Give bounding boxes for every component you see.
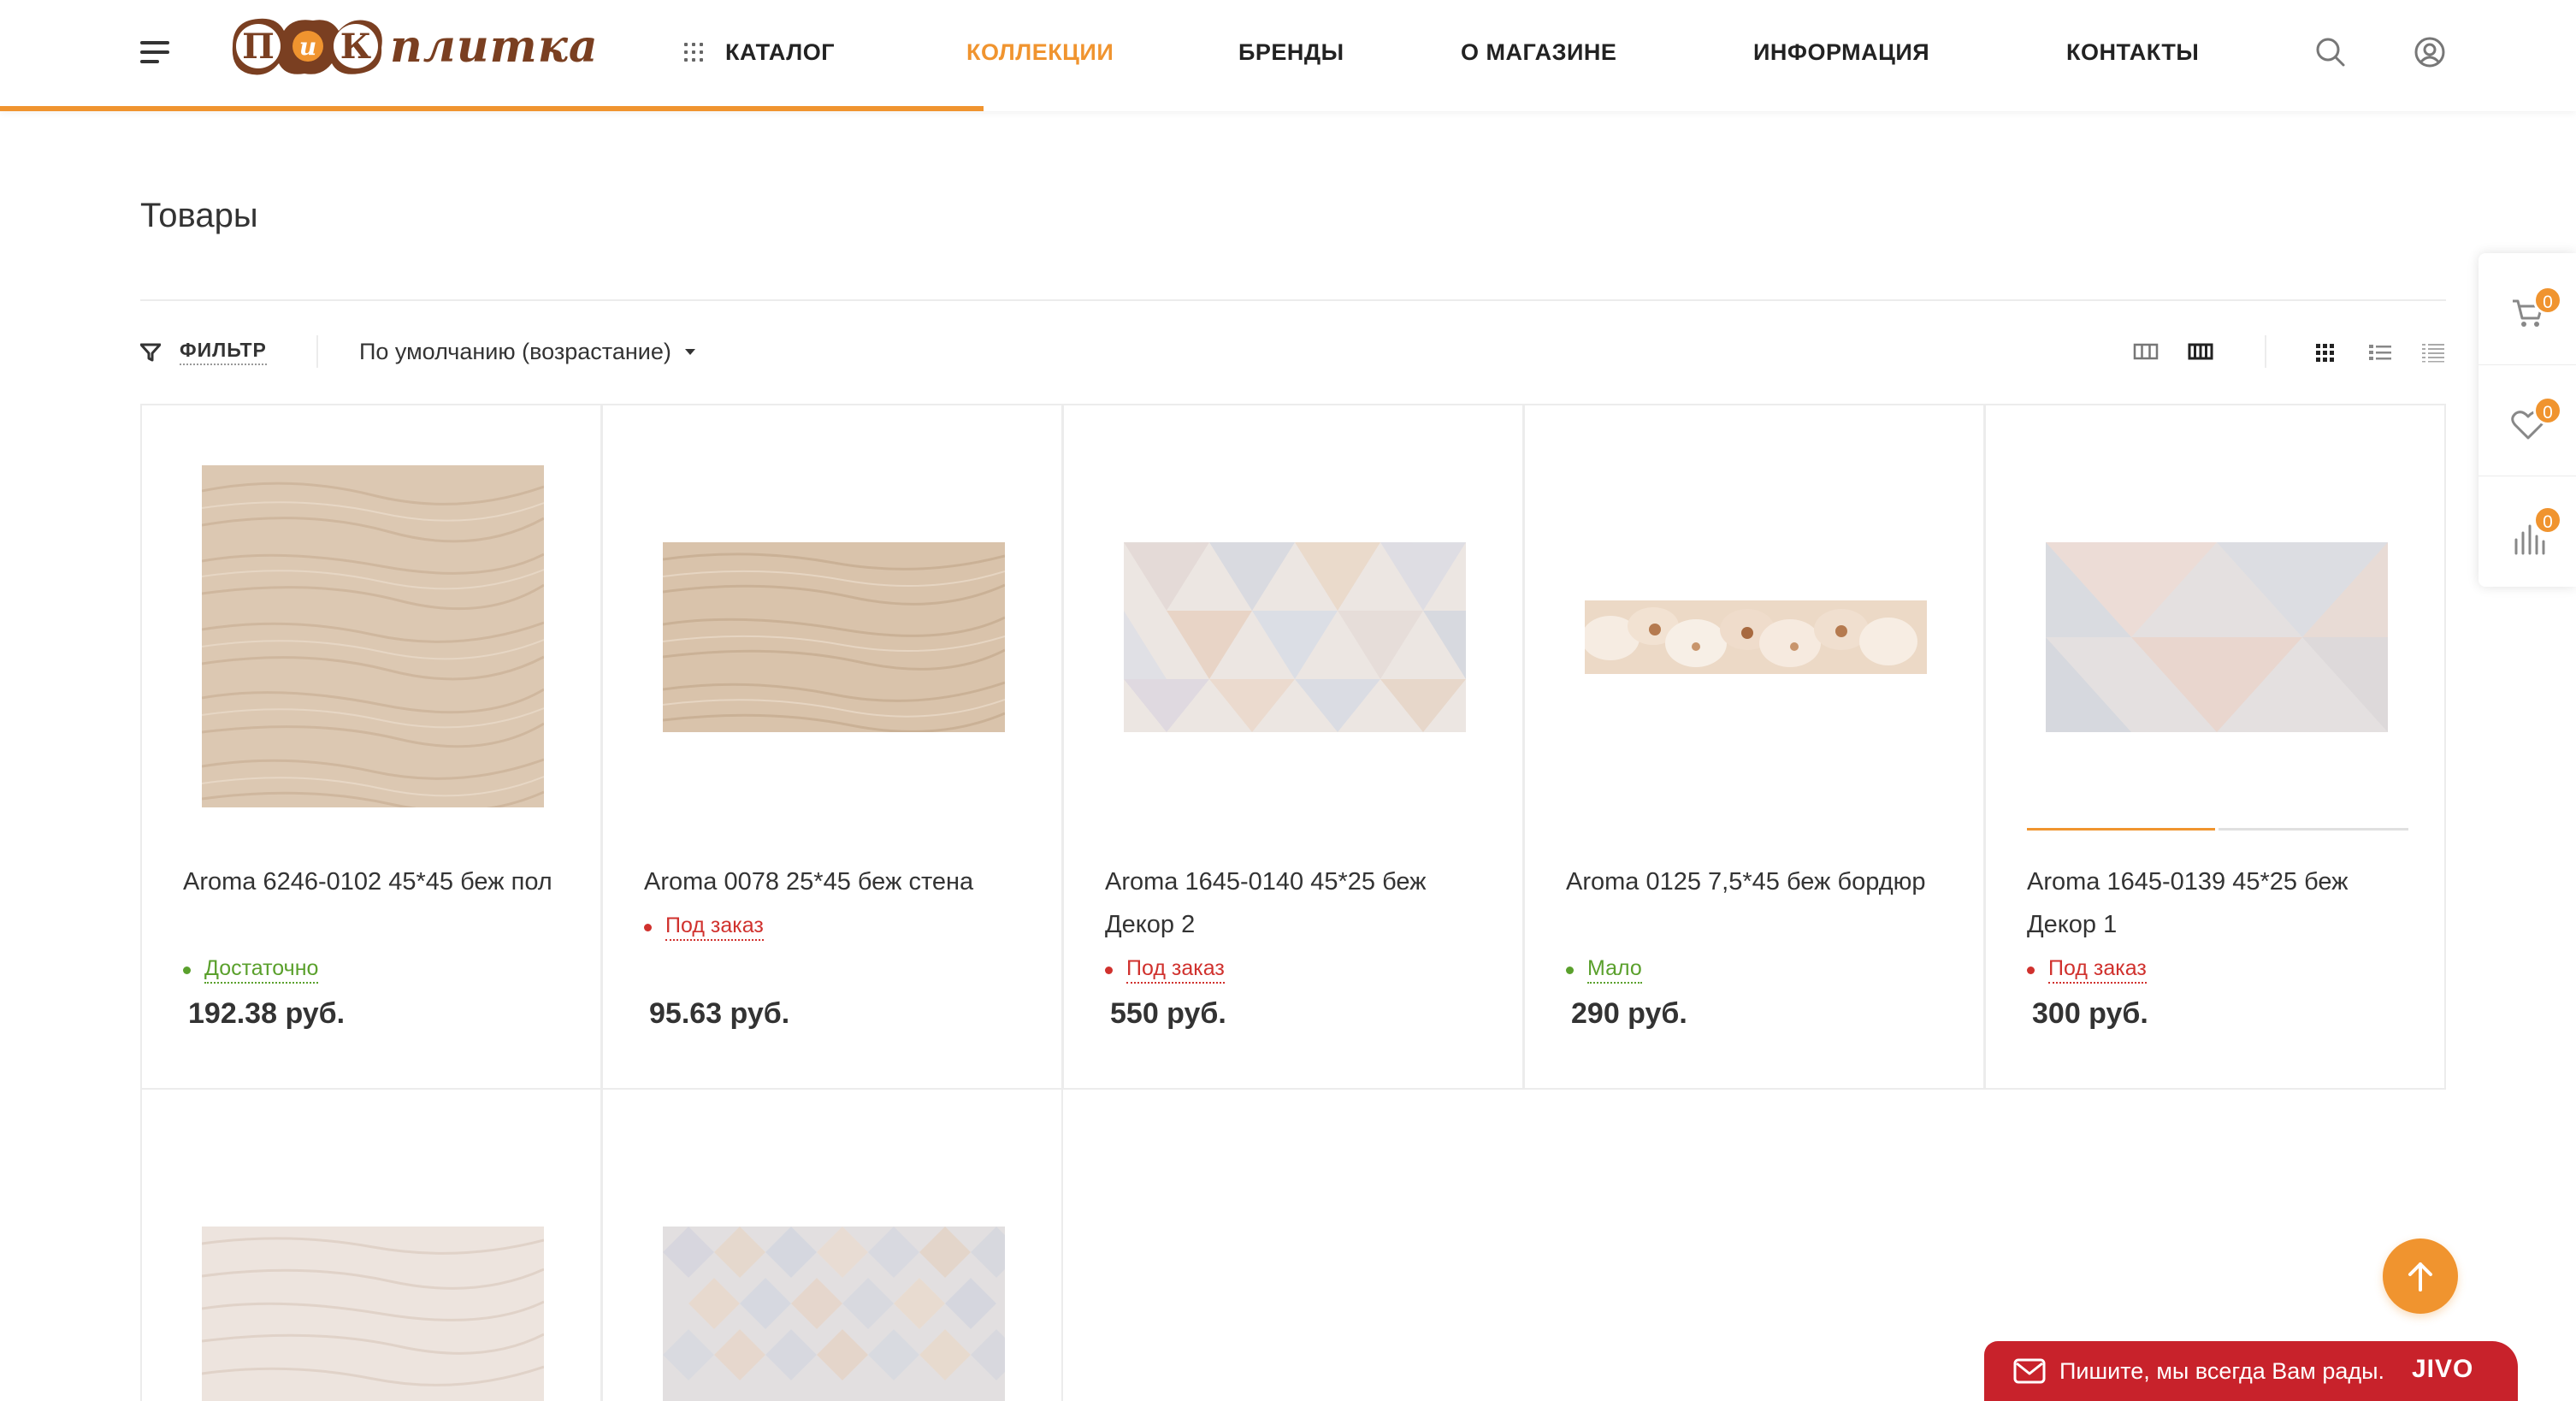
stock-status-text: Под заказ	[2048, 956, 2147, 984]
product-price: 290 руб.	[1571, 997, 1687, 1030]
nav-contacts[interactable]: КОНТАКТЫ	[2066, 39, 2199, 66]
nav-brands[interactable]: БРЕНДЫ	[1238, 39, 1344, 66]
product-image[interactable]	[1124, 542, 1466, 732]
divider	[316, 335, 318, 368]
product-name[interactable]: Aroma 1645-0139 45*25 беж Декор 1	[2027, 860, 2412, 946]
search-icon[interactable]	[2314, 36, 2347, 68]
filter-icon	[140, 343, 161, 361]
product-card[interactable]: Aroma 0078 25*45 беж стена Под заказ 95.…	[601, 404, 1063, 1090]
jivo-logo: JIVO	[2412, 1355, 2474, 1383]
product-name[interactable]: Aroma 0078 25*45 беж стена	[644, 860, 1029, 903]
product-card[interactable]: Aroma 1645-0139 45*25 беж Декор 1 Под за…	[1984, 404, 2446, 1090]
scroll-to-top-button[interactable]	[2383, 1238, 2458, 1314]
image-slider-indicator[interactable]	[2219, 828, 2408, 831]
stock-status-text: Мало	[1587, 956, 1642, 984]
cart-button[interactable]: 0	[2479, 253, 2576, 364]
user-icon[interactable]	[2414, 36, 2446, 68]
filter-label: ФИЛЬТР	[180, 339, 267, 365]
svg-text:К: К	[340, 27, 371, 67]
divider	[2265, 335, 2266, 368]
catalog-grid-icon[interactable]	[684, 43, 703, 62]
svg-text:П: П	[242, 27, 275, 67]
view-grid-icon[interactable]	[2313, 340, 2338, 363]
mail-icon	[2013, 1358, 2046, 1384]
logo-mark: П и К	[224, 14, 387, 79]
arrow-up-icon	[2408, 1262, 2432, 1292]
status-dot	[644, 923, 652, 931]
product-price: 95.63 руб.	[649, 997, 790, 1030]
chevron-down-icon	[684, 349, 695, 355]
stock-status-text: Под заказ	[1126, 956, 1225, 984]
status-dot	[1566, 966, 1574, 974]
favorites-button[interactable]: 0	[2479, 364, 2576, 476]
favorites-count-badge: 0	[2533, 396, 2562, 425]
filter-button[interactable]: ФИЛЬТР	[140, 339, 267, 365]
page-title: Товары	[140, 197, 258, 234]
scroll-progress-bar	[0, 106, 984, 111]
stock-status: Под заказ	[1105, 956, 1225, 984]
nav-collections[interactable]: КОЛЛЕКЦИИ	[966, 39, 1114, 66]
product-image[interactable]	[2046, 542, 2388, 732]
product-image[interactable]	[663, 1227, 1005, 1401]
view-table-icon[interactable]	[2420, 340, 2446, 363]
product-price: 550 руб.	[1110, 997, 1226, 1030]
sort-value: По умолчанию (возрастание)	[359, 339, 671, 364]
sort-select[interactable]: По умолчанию (возрастание)	[359, 339, 695, 365]
cart-count-badge: 0	[2533, 286, 2562, 315]
product-image[interactable]	[202, 465, 544, 807]
status-dot	[2027, 966, 2035, 974]
product-name[interactable]: Aroma 1645-0140 45*25 беж Декор 2	[1105, 860, 1490, 946]
status-dot	[1105, 966, 1113, 974]
nav-information[interactable]: ИНФОРМАЦИЯ	[1753, 39, 1929, 66]
stock-status: Достаточно	[183, 956, 319, 984]
site-header: П и К плитка КАТАЛОГ КОЛЛЕКЦИИ БРЕНДЫ О …	[0, 0, 2576, 111]
stock-status: Под заказ	[644, 913, 764, 941]
view-columns-wide-icon[interactable]	[2188, 340, 2213, 363]
product-card[interactable]: Aroma 1645-0140 45*25 беж Декор 2 Под за…	[1062, 404, 1524, 1090]
compare-button[interactable]: 0	[2479, 476, 2576, 587]
chat-widget-text: Пишите, мы всегда Вам рады.	[2059, 1358, 2385, 1384]
stock-status-text: Достаточно	[204, 956, 319, 984]
product-price: 300 руб.	[2032, 997, 2148, 1030]
chat-widget[interactable]: Пишите, мы всегда Вам рады. JIVO	[1984, 1341, 2518, 1401]
product-name[interactable]: Aroma 6246-0102 45*45 беж пол	[183, 860, 568, 903]
status-dot	[183, 966, 191, 974]
product-image[interactable]	[202, 1227, 544, 1401]
product-price: 192.38 руб.	[188, 997, 346, 1030]
logo-text: плитка	[390, 20, 599, 73]
product-image[interactable]	[1585, 600, 1927, 674]
nav-about[interactable]: О МАГАЗИНЕ	[1461, 39, 1616, 66]
divider	[140, 299, 2446, 301]
compare-count-badge: 0	[2533, 505, 2562, 535]
view-list-icon[interactable]	[2367, 340, 2393, 363]
product-card[interactable]	[601, 1088, 1063, 1401]
product-card[interactable]: Aroma 6246-0102 45*45 беж пол Достаточно…	[140, 404, 602, 1090]
image-slider-indicator-active[interactable]	[2027, 828, 2215, 831]
product-image[interactable]	[663, 542, 1005, 732]
svg-text:и: и	[299, 33, 316, 61]
product-card[interactable]: Aroma 0125 7,5*45 беж бордюр Мало 290 ру…	[1523, 404, 1985, 1090]
stock-status: Под заказ	[2027, 956, 2147, 984]
nav-catalog[interactable]: КАТАЛОГ	[725, 39, 835, 66]
product-name[interactable]: Aroma 0125 7,5*45 беж бордюр	[1566, 860, 1951, 903]
product-card[interactable]	[140, 1088, 602, 1401]
floating-side-panel: 0 0 0	[2479, 253, 2576, 587]
burger-menu-icon[interactable]	[140, 41, 169, 63]
view-columns-icon[interactable]	[2133, 340, 2159, 363]
site-logo[interactable]: П и К плитка	[224, 12, 598, 80]
stock-status-text: Под заказ	[665, 913, 764, 941]
stock-status: Мало	[1566, 956, 1642, 984]
